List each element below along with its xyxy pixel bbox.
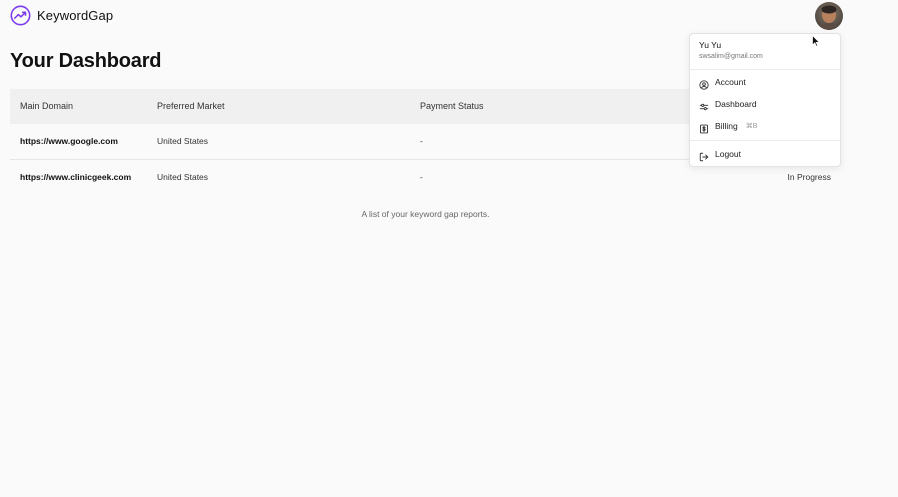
top-bar: KeywordGap <box>0 0 898 34</box>
menu-item-shortcut: ⌘B <box>745 123 758 130</box>
trending-up-logo-icon <box>10 5 31 26</box>
user-dropdown-menu: Yu Yu swsalim@gmail.com Account Dashboar… <box>689 33 841 167</box>
menu-divider <box>690 69 840 70</box>
row-payment-status: - <box>420 136 423 146</box>
row-payment-status: - <box>420 172 423 182</box>
menu-item-label: Dashboard <box>715 99 757 109</box>
menu-item-label: Logout <box>715 149 741 159</box>
page-title: Your Dashboard <box>10 50 162 72</box>
menu-item-logout[interactable]: Logout <box>694 144 836 164</box>
user-circle-icon <box>699 77 709 90</box>
logout-icon <box>699 149 709 162</box>
menu-user-email: swsalim@gmail.com <box>699 53 763 60</box>
user-avatar-button[interactable] <box>815 2 843 30</box>
menu-item-label: Account <box>715 77 746 87</box>
header-main-domain: Main Domain <box>20 101 74 111</box>
table-caption: A list of your keyword gap reports. <box>361 209 490 219</box>
row-domain: https://www.clinicgeek.com <box>20 172 132 182</box>
mouse-cursor-icon <box>812 35 820 47</box>
menu-divider <box>690 140 840 141</box>
row-market: United States <box>157 136 209 146</box>
menu-item-label: Billing <box>715 121 738 131</box>
menu-item-billing[interactable]: Billing ⌘B <box>694 116 836 136</box>
brand-logo-link[interactable]: KeywordGap <box>10 5 113 26</box>
header-preferred-market: Preferred Market <box>157 101 225 111</box>
dollar-icon <box>699 121 709 134</box>
row-domain: https://www.google.com <box>20 136 118 146</box>
brand-name: KeywordGap <box>37 8 114 23</box>
header-payment-status: Payment Status <box>420 101 484 111</box>
menu-item-dashboard[interactable]: Dashboard <box>694 94 836 114</box>
menu-user-name: Yu Yu <box>699 40 722 50</box>
row-market: United States <box>157 172 209 182</box>
sliders-icon <box>699 99 709 111</box>
menu-item-account[interactable]: Account <box>694 72 836 92</box>
